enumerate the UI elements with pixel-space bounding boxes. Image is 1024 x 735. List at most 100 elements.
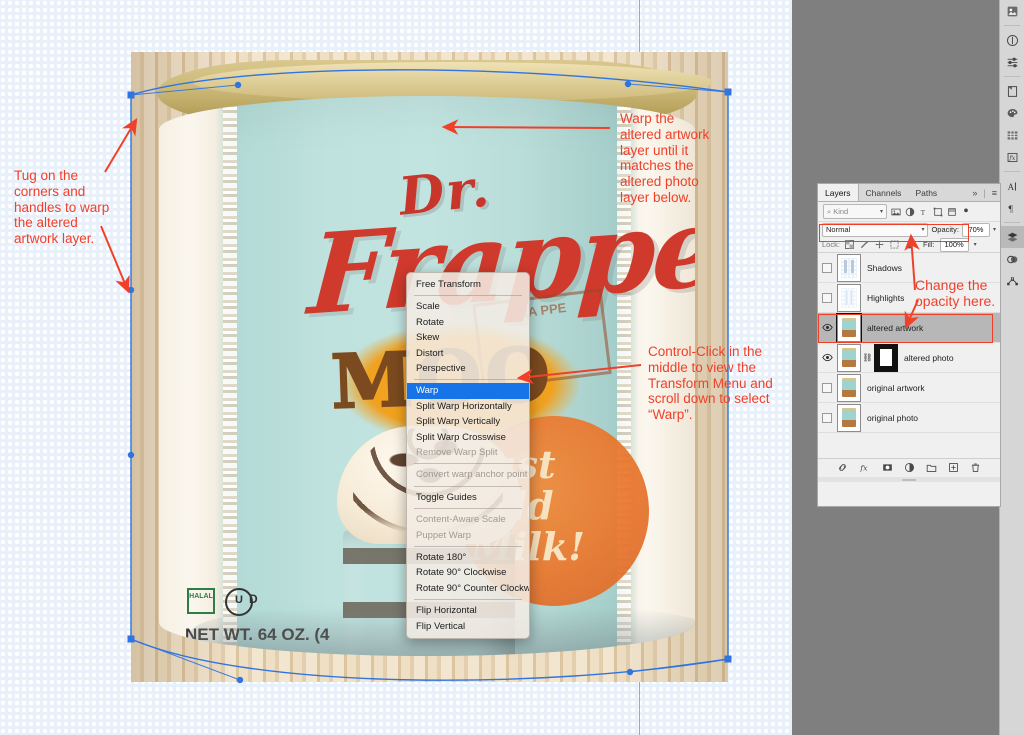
menu-item-split-warp-crosswise[interactable]: Split Warp Crosswise xyxy=(407,430,529,445)
chevron-double-right-icon[interactable]: » xyxy=(969,184,980,201)
layer-thumbnail[interactable] xyxy=(837,283,861,312)
menu-item-skew[interactable]: Skew xyxy=(407,330,529,345)
channels-icon[interactable] xyxy=(1000,248,1024,270)
panel-resize-grip[interactable] xyxy=(818,477,1000,482)
lock-position-icon[interactable] xyxy=(875,240,885,250)
panel-tab-bar[interactable]: Layers Channels Paths » | ≡ xyxy=(818,184,1000,202)
fill-input[interactable]: 100% xyxy=(939,237,969,252)
layers-icon[interactable] xyxy=(1000,226,1024,248)
shape-filter-icon[interactable] xyxy=(932,206,943,217)
pixel-filter-icon[interactable] xyxy=(890,206,901,217)
fill-label: Fill: xyxy=(922,240,935,249)
menu-item-convert-warp-anchor-point: Convert warp anchor point xyxy=(416,469,528,481)
new-layer-icon[interactable] xyxy=(948,462,959,475)
blend-opacity-row[interactable]: Normal ▾ Opacity: 70% ▾ xyxy=(818,222,1000,237)
layer-filter-row[interactable]: ⌕ Kind ▾ T xyxy=(818,202,1000,222)
panel-icon-strip[interactable]: fx A ¶ xyxy=(999,0,1024,735)
opacity-input[interactable]: 70% xyxy=(961,222,990,237)
svg-text:fx: fx xyxy=(1008,153,1015,161)
layer-row[interactable]: altered artwork xyxy=(818,312,1000,343)
panel-tab-channels[interactable]: Channels xyxy=(859,184,909,201)
color-grid-icon[interactable] xyxy=(1000,124,1024,146)
actions-icon[interactable]: fx xyxy=(1000,146,1024,168)
layer-mask-thumbnail[interactable] xyxy=(874,343,898,372)
layers-panel[interactable]: Layers Channels Paths » | ≡ ⌕ Kind ▾ T No… xyxy=(817,183,1001,507)
menu-separator xyxy=(414,379,522,381)
menu-item-distort[interactable]: Distort xyxy=(407,346,529,361)
lock-all-icon[interactable] xyxy=(905,240,915,250)
can-thumbnail-graphic xyxy=(842,318,856,337)
layers-panel-footer[interactable]: fx xyxy=(818,458,1000,477)
annotation-control-click: Control-Click in the middle to view the … xyxy=(648,344,773,423)
adjustments-icon[interactable] xyxy=(1000,80,1024,102)
kosher-suffix-label: D xyxy=(249,592,258,606)
add-layer-mask-icon[interactable] xyxy=(882,462,893,475)
menu-separator xyxy=(414,599,522,601)
panel-tab-layers[interactable]: Layers xyxy=(818,184,859,201)
swatches-icon[interactable] xyxy=(1000,102,1024,124)
smart-object-filter-icon[interactable] xyxy=(946,206,957,217)
panel-menu-icon[interactable]: ≡ xyxy=(989,184,1000,201)
menu-item-flip-horizontal[interactable]: Flip Horizontal xyxy=(407,603,529,618)
menu-item-perspective[interactable]: Perspective xyxy=(407,361,529,376)
menu-item-scale[interactable]: Scale xyxy=(407,299,529,314)
character-icon[interactable]: A xyxy=(1000,175,1024,197)
libraries-icon[interactable] xyxy=(1000,0,1024,22)
menu-item-free-transform[interactable]: Free Transform xyxy=(407,277,529,292)
layer-thumbnail[interactable] xyxy=(837,253,861,282)
fill-chevron-down-icon[interactable]: ▾ xyxy=(974,241,977,248)
eye-visible-icon[interactable] xyxy=(820,351,834,365)
new-group-icon[interactable] xyxy=(926,462,937,475)
info-icon[interactable] xyxy=(1000,29,1024,51)
mask-white-area xyxy=(880,349,892,366)
can-thumbnail-graphic xyxy=(842,348,856,367)
layer-thumbnail[interactable] xyxy=(837,403,861,432)
type-filter-icon[interactable]: T xyxy=(918,206,929,217)
menu-item-rotate[interactable]: Rotate xyxy=(407,315,529,330)
layer-thumbnail[interactable] xyxy=(837,373,861,402)
menu-item-split-warp-horizontally[interactable]: Split Warp Horizontally xyxy=(407,399,529,414)
lock-image-pixels-icon[interactable] xyxy=(860,240,870,250)
eye-hidden-icon[interactable] xyxy=(820,381,834,395)
eye-visible-icon[interactable] xyxy=(820,321,834,335)
layer-row[interactable]: original artwork xyxy=(818,373,1000,403)
lock-row[interactable]: Lock: Fill: 100% ▾ xyxy=(818,237,1000,253)
tool-strip-divider xyxy=(1004,171,1020,172)
link-layers-icon[interactable] xyxy=(837,462,848,475)
layer-thumbnail[interactable] xyxy=(836,312,862,343)
panel-tab-paths[interactable]: Paths xyxy=(908,184,944,201)
layer-thumbnail[interactable] xyxy=(837,343,861,372)
transform-context-menu[interactable]: Free Transform Scale Rotate Skew Distort Pers… xyxy=(406,272,530,639)
eye-hidden-icon[interactable] xyxy=(820,411,834,425)
lock-transparent-pixels-icon[interactable] xyxy=(845,240,855,250)
menu-item-rotate-180[interactable]: Rotate 180° xyxy=(407,550,529,565)
tab-bar-divider: | xyxy=(983,187,986,198)
properties-icon[interactable] xyxy=(1000,51,1024,73)
shadows-thumbnail-graphic xyxy=(841,257,857,278)
eye-hidden-icon[interactable] xyxy=(820,261,834,275)
menu-item-rotate-90-counter-clockwise[interactable]: Rotate 90° Counter Clockwise xyxy=(407,581,529,596)
layer-style-fx-icon[interactable]: fx xyxy=(859,462,871,475)
lock-artboard-icon[interactable] xyxy=(890,240,900,250)
menu-item-remove-warp-split: Remove Warp Split xyxy=(416,447,498,458)
menu-item-split-warp-vertically[interactable]: Split Warp Vertically xyxy=(407,414,529,429)
delete-layer-icon[interactable] xyxy=(970,462,981,475)
paragraph-icon[interactable]: ¶ xyxy=(1000,197,1024,219)
menu-item-flip-vertical[interactable]: Flip Vertical xyxy=(407,618,529,633)
opacity-chevron-down-icon[interactable]: ▾ xyxy=(993,226,996,233)
blend-mode-select[interactable]: Normal ▾ xyxy=(822,222,929,237)
layer-row[interactable]: ⛓ altered photo xyxy=(818,343,1000,373)
paths-icon[interactable] xyxy=(1000,270,1024,292)
new-adjustment-layer-icon[interactable] xyxy=(904,462,915,475)
toggle-filter-icon[interactable] xyxy=(960,206,971,217)
menu-item-warp[interactable]: Warp xyxy=(407,383,529,399)
mask-link-icon[interactable]: ⛓ xyxy=(862,353,872,362)
menu-item-rotate-90-clockwise[interactable]: Rotate 90° Clockwise xyxy=(407,565,529,580)
search-icon: ⌕ xyxy=(827,206,832,216)
menu-item-toggle-guides[interactable]: Toggle Guides xyxy=(407,490,529,505)
layer-row[interactable]: original photo xyxy=(818,403,1000,433)
adjustment-filter-icon[interactable] xyxy=(904,206,915,217)
can-thumbnail-graphic xyxy=(842,378,856,397)
filter-kind-select[interactable]: ⌕ Kind ▾ xyxy=(823,204,887,219)
eye-hidden-icon[interactable] xyxy=(820,291,834,305)
